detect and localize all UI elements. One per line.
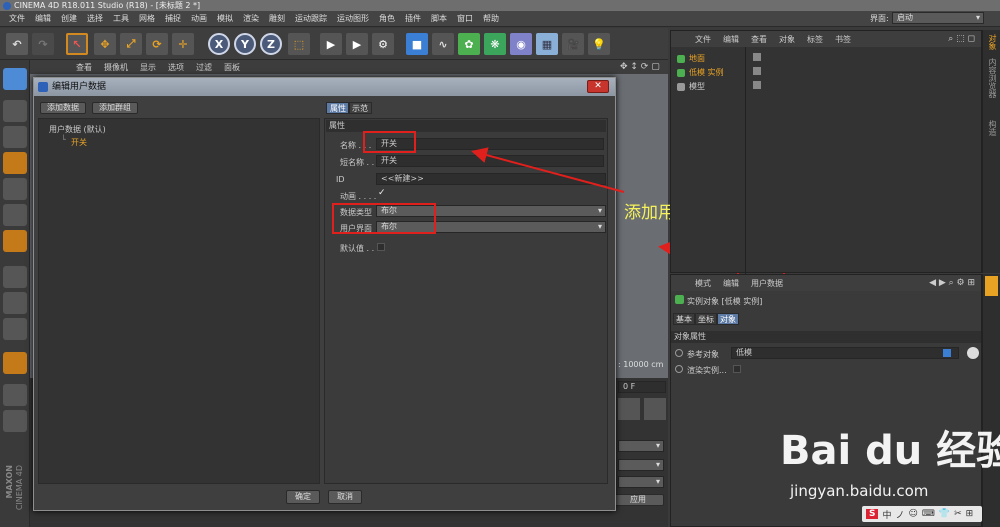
object-visibility-icon[interactable] <box>753 67 761 75</box>
attribute-menu-item-1[interactable]: 编辑 <box>717 278 745 289</box>
object-menu-item-3[interactable]: 对象 <box>773 34 801 45</box>
attribute-menu-item-0[interactable]: 模式 <box>689 278 717 289</box>
attribute-header: 实例对象 [低模 实例] <box>687 297 763 306</box>
taskbar-item-0[interactable]: S <box>866 509 879 519</box>
side-tab-objects[interactable]: 对象 <box>987 34 998 50</box>
ref-object-cube-icon <box>943 349 951 357</box>
right-side-tabs-top: 对象 内容浏览器 构造 <box>982 30 1000 273</box>
object-type-icon <box>677 82 685 91</box>
taskbar-item-5[interactable]: 👕 <box>939 509 950 519</box>
taskbar-item-2[interactable]: ノ <box>896 508 905 521</box>
side-tab-attributes-icon[interactable] <box>985 276 998 296</box>
object-type-icon <box>677 68 685 77</box>
attribute-tab-1[interactable]: 坐标 <box>695 313 717 325</box>
object-manager-search-icon[interactable]: ⌕ ⬚ ◻ <box>948 34 975 44</box>
object-manager-menu: 文件 编辑 查看 对象 标签 书签 <box>671 31 981 47</box>
attribute-tab-2[interactable]: 对象 <box>717 313 739 325</box>
instance-icon <box>675 295 684 304</box>
ref-object-field[interactable]: 低模 <box>731 347 959 359</box>
object-visibility-icon[interactable] <box>753 81 761 89</box>
side-tab-structure[interactable]: 构造 <box>987 120 998 136</box>
attribute-menu-item-2[interactable]: 用户数据 <box>745 278 789 289</box>
object-menu-item-1[interactable]: 编辑 <box>717 34 745 45</box>
object-menu-item-5[interactable]: 书签 <box>829 34 857 45</box>
baidu-watermark-url: jingyan.baidu.com <box>790 482 929 500</box>
arrow-to-name <box>471 147 625 193</box>
object-type-icon <box>677 54 685 63</box>
ref-object-label: 参考对象 <box>687 350 719 359</box>
ime-taskbar: S 中ノ ☺ ⌨ 👕 ✂ ⊞ <box>862 506 982 522</box>
baidu-watermark: Bai du 经验 <box>780 428 1000 474</box>
taskbar-item-4[interactable]: ⌨ <box>922 509 935 519</box>
object-name[interactable]: 低模 实例 <box>689 68 724 77</box>
taskbar-item-6[interactable]: ✂ <box>954 509 962 519</box>
ref-object-anim-icon[interactable] <box>675 349 683 357</box>
object-row[interactable]: 地面 <box>677 53 705 64</box>
taskbar-item-1[interactable]: 中 <box>882 508 891 521</box>
object-name-column-divider <box>745 47 746 274</box>
side-tab-content-browser[interactable]: 内容浏览器 <box>987 58 998 98</box>
object-row[interactable]: 模型 <box>677 81 705 92</box>
object-properties-header: 对象属性 <box>671 331 981 343</box>
object-name[interactable]: 地面 <box>689 54 705 63</box>
taskbar-item-7[interactable]: ⊞ <box>966 509 974 519</box>
object-visibility-icon[interactable] <box>753 53 761 61</box>
render-instance-label: 渲染实例... <box>687 366 727 375</box>
object-menu-item-2[interactable]: 查看 <box>745 34 773 45</box>
right-side-tabs-bottom <box>982 274 1000 527</box>
object-manager: 文件 编辑 查看 对象 标签 书签 ⌕ ⬚ ◻ 地面低模 实例模型 <box>670 30 982 274</box>
object-menu-item-4[interactable]: 标签 <box>801 34 829 45</box>
taskbar-item-3[interactable]: ☺ <box>909 509 918 519</box>
render-instance-anim-icon[interactable] <box>675 365 683 373</box>
object-menu-item-0[interactable]: 文件 <box>689 34 717 45</box>
attribute-nav-icons[interactable]: ◀ ▶ ⌕ ⚙ ⊞ <box>929 278 975 288</box>
object-row[interactable]: 低模 实例 <box>677 67 724 78</box>
pick-object-icon[interactable] <box>967 347 979 359</box>
render-instance-checkbox[interactable] <box>733 365 741 373</box>
app-window: CINEMA 4D R18.011 Studio (R18) - [未标题 2 … <box>0 0 1000 527</box>
object-name[interactable]: 模型 <box>689 82 705 91</box>
attribute-tab-0[interactable]: 基本 <box>673 313 695 325</box>
